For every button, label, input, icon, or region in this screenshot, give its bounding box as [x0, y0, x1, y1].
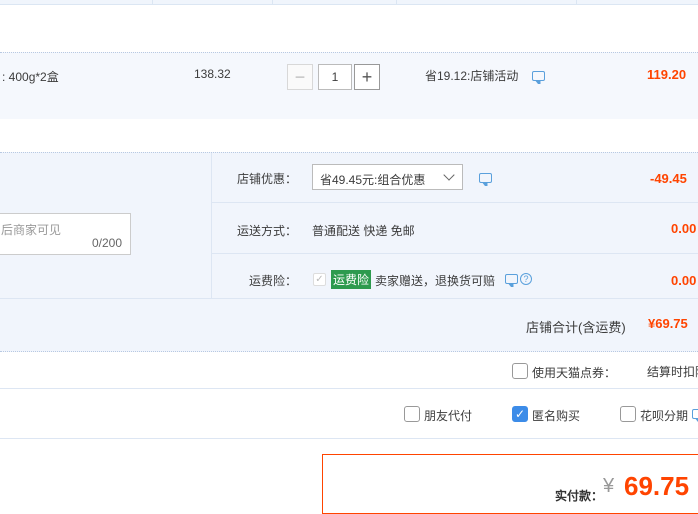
chevron-down-icon [443, 169, 455, 181]
table-header-strip [0, 0, 698, 5]
payment-label: 实付款： [555, 489, 604, 503]
shipping-value: 普通配送 快递 免邮 [312, 224, 415, 238]
anonymous-label: 匿名购买 [532, 409, 581, 423]
huabei-checkbox[interactable] [620, 406, 636, 422]
chat-icon[interactable] [479, 173, 492, 183]
item-subtotal: 119.20 [647, 67, 687, 82]
discount-amount: -49.45 [650, 171, 687, 186]
divider [0, 388, 698, 389]
discount-select[interactable]: 省49.45元:组合优惠 [312, 164, 463, 190]
insurance-label: 运费险： [249, 274, 298, 288]
insurance-badge: 运费险 [331, 270, 372, 289]
discount-selected-value: 省49.45元:组合优惠 [320, 173, 426, 187]
quantity-increase-button[interactable]: + [354, 64, 380, 90]
insurance-amount: 0.00 [671, 273, 697, 288]
shipping-amount: 0.00 [671, 221, 697, 236]
help-icon[interactable]: ? [520, 273, 532, 285]
item-unit-price: 138.32 [194, 67, 231, 81]
message-counter: 0/200 [91, 236, 122, 250]
chat-icon[interactable] [692, 409, 698, 419]
buyer-message-field[interactable]: 后商家可见 0/200 [0, 213, 131, 255]
chat-icon[interactable] [532, 71, 545, 81]
shop-total-label: 店铺合计(含运费) [526, 320, 626, 335]
divider [211, 202, 698, 203]
insurance-checkbox: ✓ [313, 273, 326, 286]
payment-amount: 69.75 [624, 471, 690, 501]
tmall-points-checkbox[interactable] [512, 363, 528, 379]
shop-total-amount: ¥69.75 [648, 316, 688, 331]
quantity-decrease-button[interactable]: − [287, 64, 313, 90]
chat-icon[interactable] [505, 274, 518, 284]
insurance-text: 卖家赠送，退换货可赔 [375, 274, 496, 288]
payment-currency: ¥ [603, 475, 615, 497]
points-note: 结算时扣除 [647, 365, 698, 379]
shipping-label: 运送方式： [237, 224, 298, 238]
divider [0, 438, 698, 439]
divider [0, 298, 698, 299]
item-spec: : 400g*2盒 [2, 70, 59, 84]
tmall-points-label: 使用天猫点券： [532, 366, 617, 380]
divider [211, 153, 212, 298]
message-placeholder: 后商家可见 [1, 223, 62, 237]
item-saving: 省19.12:店铺活动 [425, 69, 519, 83]
quantity-input[interactable]: 1 [318, 64, 352, 90]
discount-label: 店铺优惠： [237, 172, 298, 186]
divider [211, 253, 698, 254]
huabei-label: 花呗分期 [640, 409, 689, 423]
anonymous-checkbox[interactable]: ✓ [512, 406, 528, 422]
friend-pay-checkbox[interactable] [404, 406, 420, 422]
friend-pay-label: 朋友代付 [424, 409, 473, 423]
